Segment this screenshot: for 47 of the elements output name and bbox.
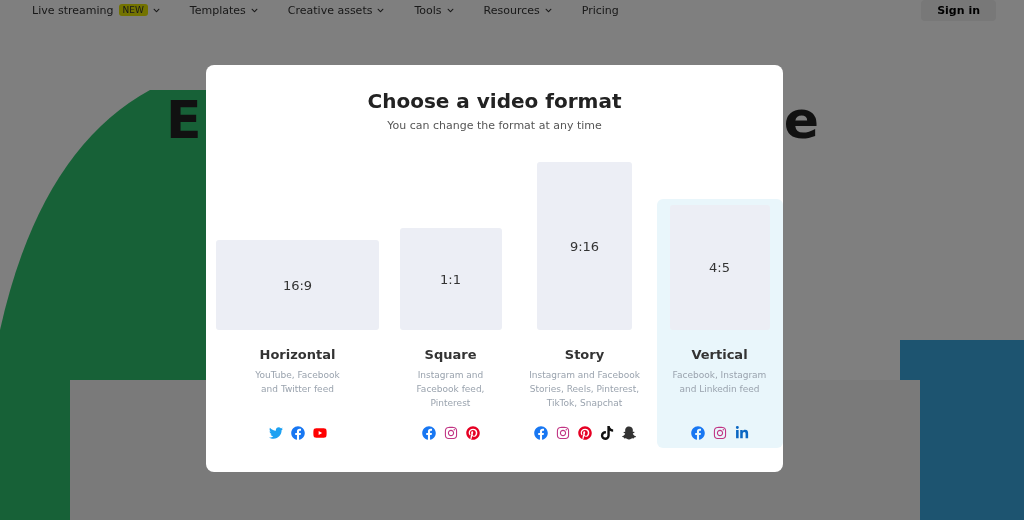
nav-link[interactable]: Templates <box>189 3 258 17</box>
nav-link[interactable]: Tools <box>414 3 454 17</box>
f-logo-icon <box>290 426 305 440</box>
chevron-icon <box>152 6 160 14</box>
ratio-preview: 1:1 <box>399 228 502 330</box>
nav-link[interactable]: Pricing <box>581 3 619 17</box>
headline-text: E <box>166 90 202 150</box>
format-card[interactable]: 1:1 Square Instagram and Facebook feed, Pinterest <box>388 222 513 448</box>
ratio-preview: 16:9 <box>216 240 379 330</box>
format-card[interactable]: 9:16 Story Instagram and Facebook Stories, Reels, Pinterest, TikTok, Snapchat <box>512 156 657 448</box>
format-description: Facebook, Instagram and Linkedin feed <box>671 369 768 396</box>
p-logo-icon <box>465 426 480 440</box>
sign-in-button[interactable]: Sign in <box>921 0 996 21</box>
f-logo-icon <box>533 426 548 440</box>
format-description: Instagram and Facebook Stories, Reels, Pinterest, TikTok, Snapchat <box>528 369 641 410</box>
format-description: Instagram and Facebook feed, Pinterest <box>415 369 486 410</box>
p-logo-icon <box>577 426 592 440</box>
bird-icon <box>268 426 283 440</box>
camera-icon <box>443 426 458 440</box>
f-logo-icon <box>421 426 436 440</box>
nav-link[interactable]: Live streaming NEW <box>32 3 160 17</box>
format-name: Square <box>424 347 477 362</box>
camera-icon <box>712 426 727 440</box>
new-badge: NEW <box>118 4 148 16</box>
ratio-preview: 4:5 <box>669 205 770 330</box>
nav-link[interactable]: Creative assets <box>287 3 385 17</box>
format-name: Vertical <box>691 347 748 362</box>
ratio-preview: 9:16 <box>537 162 632 330</box>
format-description: YouTube, Facebook and Twitter feed <box>254 369 341 396</box>
play-icon <box>312 426 327 440</box>
chevron-icon <box>377 6 385 14</box>
ghost-icon <box>621 426 636 440</box>
format-card[interactable]: 16:9 Horizontal YouTube, Facebook and Twitter feed <box>206 234 389 448</box>
note-icon <box>599 426 614 440</box>
format-name: Horizontal <box>259 347 336 362</box>
f-logo-icon <box>690 426 705 440</box>
format-card[interactable]: 4:5 Vertical Facebook, Instagram and Linkedin feed <box>656 199 783 448</box>
chevron-icon <box>446 6 454 14</box>
format-name: Story <box>564 347 605 362</box>
dialog-title: Choose a video format <box>367 89 622 113</box>
dialog-subtitle: You can change the format at any time <box>387 119 602 132</box>
in-logo-icon <box>734 426 749 440</box>
chevron-icon <box>544 6 552 14</box>
chevron-icon <box>250 6 258 14</box>
headline-text: e <box>783 90 819 150</box>
camera-icon <box>555 426 570 440</box>
nav-link[interactable]: Resources <box>483 3 552 17</box>
